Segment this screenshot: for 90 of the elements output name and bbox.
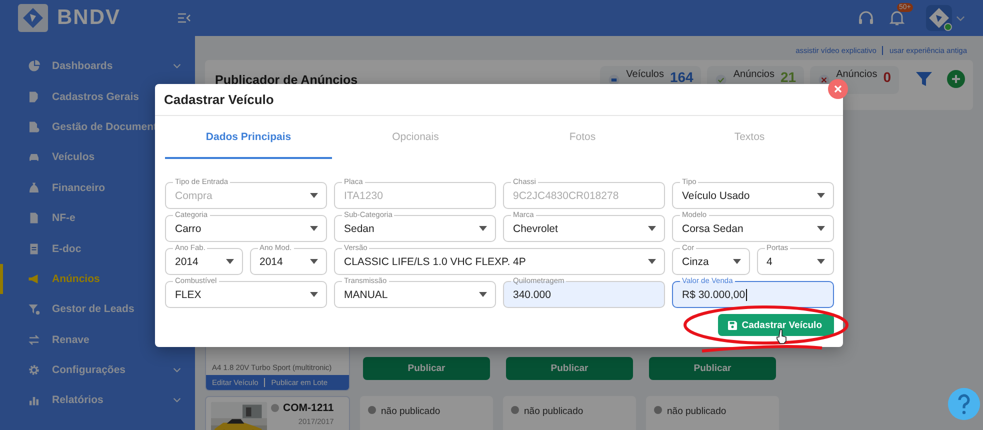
publish-button[interactable]: Publicar <box>363 357 490 380</box>
filter-icon <box>28 303 40 316</box>
tab[interactable]: Dados Principais <box>165 116 332 159</box>
sidebar-label: Veículos <box>52 151 95 164</box>
sidebar-item[interactable]: Dashboards <box>0 51 195 82</box>
sidebar-label: Financeiro <box>52 182 106 194</box>
sidebar-label: Cadastros Gerais <box>52 90 139 103</box>
caret-icon <box>310 193 318 198</box>
publish-button[interactable]: Publicar <box>506 357 633 380</box>
field-value: MANUAL <box>344 288 388 300</box>
field-value: CLASSIC LIFE/LS 1.0 VHC FLEXP. 4P <box>344 256 526 268</box>
save-button[interactable]: Cadastrar Veículo <box>718 314 834 336</box>
gear-icon <box>28 364 40 376</box>
chevron-down-icon[interactable] <box>956 14 965 22</box>
sidebar-label: Anúncios <box>52 272 100 285</box>
close-icon <box>834 85 842 93</box>
bar-chart-icon <box>28 394 40 406</box>
dialog-title: Cadastrar Veículo <box>164 92 274 107</box>
sidebar-label: Gestor de Leads <box>52 303 134 316</box>
field-value: 9C2JC4830CR018278 <box>513 190 619 202</box>
chevron-down-icon <box>173 396 181 404</box>
caret-icon <box>817 259 825 264</box>
stat-value: 0 <box>883 69 891 85</box>
status-text: não publicado <box>667 406 726 417</box>
megaphone-icon <box>28 272 40 285</box>
avatar-icon[interactable] <box>926 5 952 31</box>
file-icon <box>28 212 40 224</box>
menu-collapse-icon[interactable] <box>176 11 191 25</box>
stat-label: Veículos <box>626 69 664 80</box>
caret-icon <box>479 226 487 231</box>
sidebar-label: Configurações <box>52 364 126 376</box>
field-value: Sedan <box>344 222 374 234</box>
brand-name: BNDV <box>57 6 121 30</box>
caret-icon <box>226 259 234 264</box>
stat-value: 21 <box>780 69 796 85</box>
field-value: Chevrolet <box>513 222 558 234</box>
status-text: não publicado <box>381 406 440 417</box>
tab[interactable]: Opcionais <box>332 116 499 159</box>
caret-icon <box>648 259 656 264</box>
field-value: 340.000 <box>513 288 551 300</box>
sidebar-label: Dashboards <box>52 60 113 72</box>
publish-button[interactable]: Publicar <box>649 357 776 380</box>
stat-label: Anúncios <box>836 69 878 80</box>
sidebar-item[interactable]: Renave <box>0 324 195 355</box>
chevron-down-icon <box>173 62 181 70</box>
chevron-down-icon <box>173 366 181 374</box>
field-value: 2014 <box>260 256 283 268</box>
hand-cursor-icon <box>776 329 788 344</box>
field-value: Compra <box>175 190 212 202</box>
field-value: ITA1230 <box>344 190 383 202</box>
field-value: 4 <box>766 256 772 268</box>
text-cursor <box>746 288 748 300</box>
caret-icon <box>732 259 740 264</box>
caret-icon <box>479 292 487 297</box>
sidebar-label: Relatórios <box>52 394 104 406</box>
documents-icon <box>28 120 40 133</box>
logo-icon <box>18 4 48 32</box>
file-text-icon <box>28 242 40 255</box>
page-title: Publicador de Anúncios <box>215 73 358 87</box>
bell-icon[interactable] <box>888 9 906 27</box>
caret-icon <box>310 226 318 231</box>
caret-icon <box>817 193 825 198</box>
swap-arrows-icon <box>28 334 40 346</box>
tab[interactable]: Textos <box>666 116 833 159</box>
add-icon[interactable] <box>947 70 965 88</box>
money-bag-icon <box>28 182 40 194</box>
headset-icon[interactable] <box>857 9 875 27</box>
sidebar-item[interactable]: Configurações <box>0 354 195 386</box>
field-value: Carro <box>175 222 202 234</box>
sidebar-label: NF-e <box>52 212 76 224</box>
pie-chart-icon <box>28 60 40 72</box>
stat-label: Anúncios <box>733 69 774 80</box>
caret-icon <box>648 226 656 231</box>
caret-icon <box>817 226 825 231</box>
sidebar-item[interactable]: Relatórios <box>0 385 195 416</box>
sidebar-label: E-doc <box>52 242 82 255</box>
vehicle-code: COM-1211 <box>283 402 334 414</box>
tab[interactable]: Fotos <box>499 116 666 159</box>
document-edit-icon <box>28 90 40 103</box>
caret-icon <box>310 292 318 297</box>
field-value: Corsa Sedan <box>682 222 744 234</box>
caret-icon <box>310 259 318 264</box>
field-value: R$ 30.000,00 <box>682 288 746 300</box>
field-value: Veículo Usado <box>682 190 750 202</box>
stat-value: 164 <box>670 69 694 85</box>
car-icon <box>28 151 40 164</box>
sidebar-label: Renave <box>52 334 90 346</box>
filter-icon[interactable] <box>915 70 933 88</box>
status-text: não publicado <box>524 406 584 417</box>
field-value: Cinza <box>682 256 709 268</box>
